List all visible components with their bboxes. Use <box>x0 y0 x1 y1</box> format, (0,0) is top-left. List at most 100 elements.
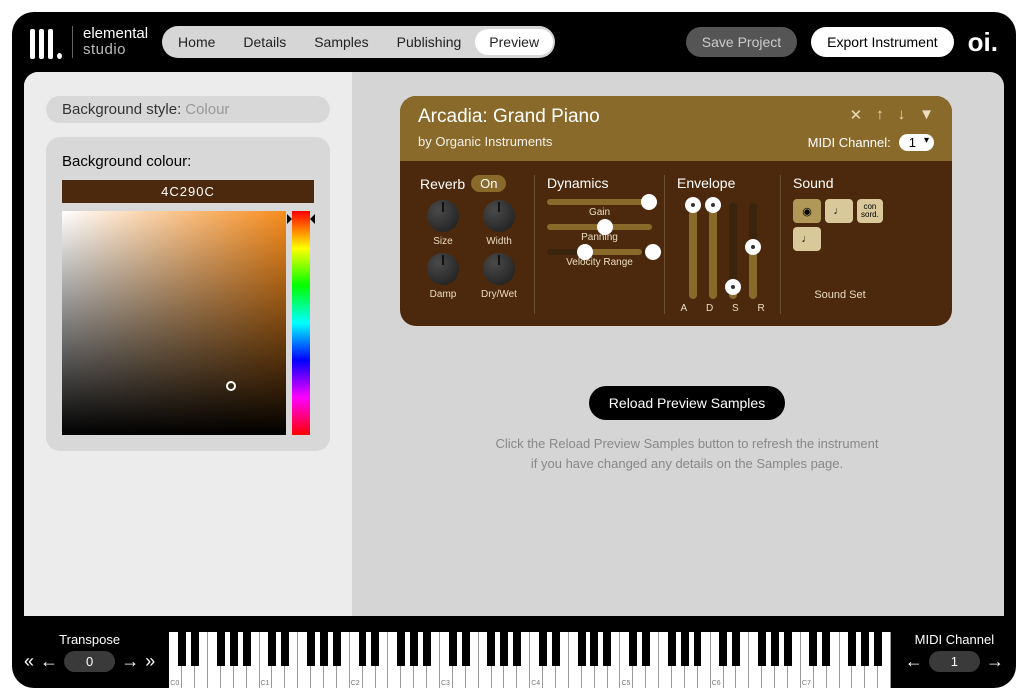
black-key[interactable] <box>590 632 598 666</box>
bg-style-value: Colour <box>185 101 229 118</box>
release-slider[interactable] <box>749 203 757 299</box>
sound-btn-1[interactable]: ◉ <box>793 199 821 223</box>
transpose-control: Transpose « ← 0 → » <box>24 632 155 672</box>
panning-slider[interactable] <box>547 224 652 230</box>
width-knob[interactable] <box>483 200 515 232</box>
decay-slider[interactable] <box>709 203 717 299</box>
black-key[interactable] <box>359 632 367 666</box>
black-key[interactable] <box>668 632 676 666</box>
reload-area: Reload Preview Samples Click the Reload … <box>400 386 974 473</box>
keyboard[interactable]: C0C1C2C3C4C5C6C7 <box>169 632 891 688</box>
black-key[interactable] <box>371 632 379 666</box>
sidebar: Background style: Colour Background colo… <box>24 72 352 616</box>
black-key[interactable] <box>320 632 328 666</box>
sustain-slider[interactable] <box>729 203 737 299</box>
black-key[interactable] <box>487 632 495 666</box>
instrument-panel: Arcadia: Grand Piano by Organic Instrume… <box>400 96 952 326</box>
black-key[interactable] <box>758 632 766 666</box>
envelope-section: Envelope A D S R <box>665 175 781 314</box>
midi-up-icon[interactable]: → <box>986 651 1004 672</box>
black-key[interactable] <box>642 632 650 666</box>
black-key[interactable] <box>629 632 637 666</box>
gain-slider[interactable] <box>547 199 652 205</box>
black-key[interactable] <box>243 632 251 666</box>
transpose-up-icon[interactable]: → <box>121 651 139 672</box>
black-key[interactable] <box>268 632 276 666</box>
save-project-button[interactable]: Save Project <box>686 27 797 57</box>
sound-btn-4[interactable]: ♩ <box>793 227 821 251</box>
attack-slider[interactable] <box>689 203 697 299</box>
black-key[interactable] <box>423 632 431 666</box>
sound-title: Sound <box>793 175 887 191</box>
export-instrument-button[interactable]: Export Instrument <box>811 27 954 57</box>
black-key[interactable] <box>410 632 418 666</box>
black-key[interactable] <box>784 632 792 666</box>
sv-cursor[interactable] <box>226 381 236 391</box>
black-key[interactable] <box>603 632 611 666</box>
black-key[interactable] <box>719 632 727 666</box>
black-key[interactable] <box>539 632 547 666</box>
black-key[interactable] <box>552 632 560 666</box>
instrument-header-icons: ✕ ↑ ↓ ▼ <box>850 106 934 124</box>
saturation-value-picker[interactable] <box>62 211 286 435</box>
black-key[interactable] <box>694 632 702 666</box>
logo-icon <box>30 25 62 59</box>
black-key[interactable] <box>191 632 199 666</box>
bottombar: Transpose « ← 0 → » C0C1C2C3C4C5C6C7 MID… <box>12 616 1016 688</box>
black-key[interactable] <box>822 632 830 666</box>
tab-details[interactable]: Details <box>229 29 300 55</box>
black-key[interactable] <box>462 632 470 666</box>
reverb-section: ReverbOn Size Width Damp Dry/Wet <box>416 175 535 314</box>
hue-slider[interactable] <box>292 211 310 435</box>
midi-down-icon[interactable]: ← <box>905 651 923 672</box>
close-icon[interactable]: ✕ <box>850 106 863 124</box>
black-key[interactable] <box>281 632 289 666</box>
collapse-icon[interactable]: ▼ <box>919 106 934 124</box>
tab-preview[interactable]: Preview <box>475 29 553 55</box>
dynamics-title: Dynamics <box>547 175 652 191</box>
black-key[interactable] <box>333 632 341 666</box>
reload-preview-button[interactable]: Reload Preview Samples <box>589 386 785 420</box>
tab-publishing[interactable]: Publishing <box>383 29 476 55</box>
black-key[interactable] <box>681 632 689 666</box>
black-key[interactable] <box>500 632 508 666</box>
black-key[interactable] <box>732 632 740 666</box>
black-key[interactable] <box>397 632 405 666</box>
midi-channel-select[interactable]: 1 <box>899 134 934 151</box>
black-key[interactable] <box>230 632 238 666</box>
reverb-toggle[interactable]: On <box>471 175 506 192</box>
arrow-down-icon[interactable]: ↓ <box>898 106 906 124</box>
bottom-midi-value: 1 <box>929 651 980 672</box>
black-key[interactable] <box>861 632 869 666</box>
black-key[interactable] <box>513 632 521 666</box>
black-key[interactable] <box>217 632 225 666</box>
color-picker-panel: Background colour: 4C290C <box>46 137 330 451</box>
black-key[interactable] <box>178 632 186 666</box>
black-key[interactable] <box>578 632 586 666</box>
black-key[interactable] <box>874 632 882 666</box>
background-style-selector[interactable]: Background style: Colour <box>46 96 330 123</box>
black-key[interactable] <box>809 632 817 666</box>
sound-section: Sound ◉ ♩ con sord. ♩ Sound Set <box>781 175 891 314</box>
tab-home[interactable]: Home <box>164 29 229 55</box>
velocity-range-slider[interactable] <box>547 249 652 255</box>
tab-samples[interactable]: Samples <box>300 29 382 55</box>
instrument-author: by Organic Instruments <box>418 134 600 149</box>
reload-note: Click the Reload Preview Samples button … <box>400 434 974 473</box>
transpose-up-fast-icon[interactable]: » <box>145 651 155 672</box>
logo-text: elemental studio <box>72 26 148 58</box>
transpose-down-icon[interactable]: ← <box>40 651 58 672</box>
black-key[interactable] <box>307 632 315 666</box>
drywet-knob[interactable] <box>483 253 515 285</box>
transpose-down-fast-icon[interactable]: « <box>24 651 34 672</box>
black-key[interactable] <box>848 632 856 666</box>
sound-btn-con-sord[interactable]: con sord. <box>857 199 883 223</box>
size-knob[interactable] <box>427 200 459 232</box>
black-key[interactable] <box>449 632 457 666</box>
reverb-title: Reverb <box>420 176 465 192</box>
main-body: Background style: Colour Background colo… <box>24 72 1004 616</box>
black-key[interactable] <box>771 632 779 666</box>
damp-knob[interactable] <box>427 253 459 285</box>
arrow-up-icon[interactable]: ↑ <box>876 106 884 124</box>
hex-value[interactable]: 4C290C <box>62 180 314 203</box>
